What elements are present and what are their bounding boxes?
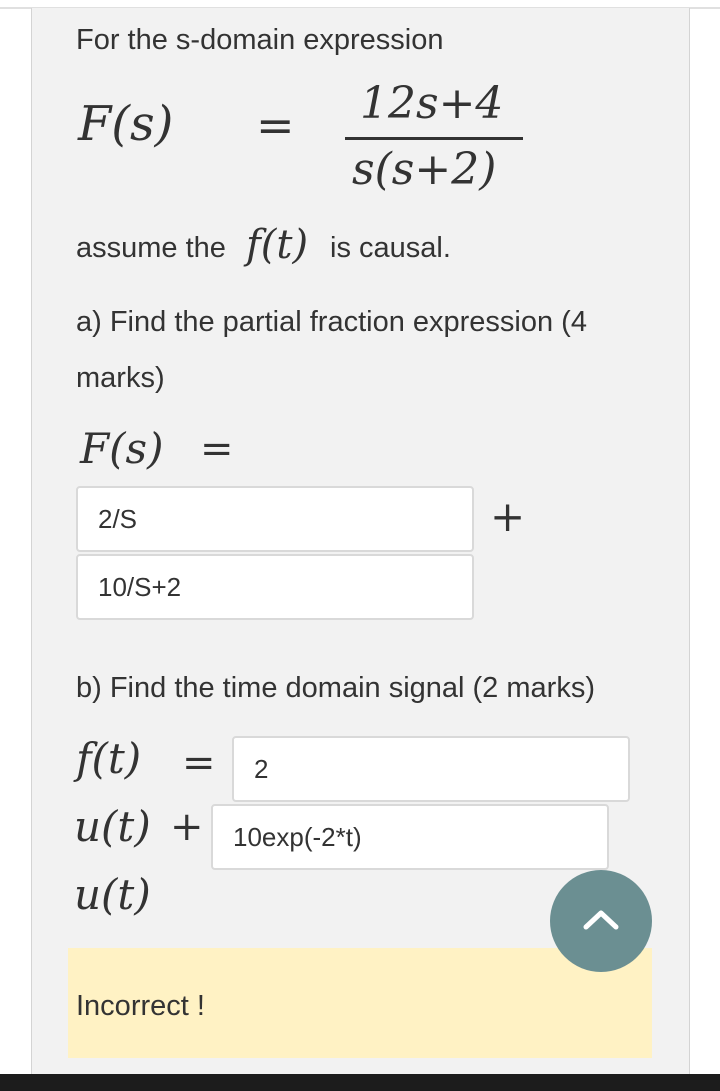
part-a-fs-lhs: F(s) <box>80 424 164 473</box>
part-a-plus: + <box>490 492 526 541</box>
part-a-term2-input[interactable]: 10/S+2 <box>76 554 474 620</box>
assume-prefix: assume the <box>76 232 226 264</box>
part-b-plus: + <box>170 804 204 850</box>
part-b-coefficient-input[interactable]: 2 <box>232 736 630 802</box>
feedback-banner: Incorrect ! <box>68 948 652 1058</box>
assume-suffix: is causal. <box>330 232 451 264</box>
part-b-prompt: b) Find the time domain signal (2 marks) <box>76 672 595 704</box>
fraction-bar <box>345 137 523 140</box>
fs-equals: = <box>256 98 295 152</box>
part-b-exponential-value: 10exp(-2*t) <box>233 821 362 852</box>
part-b-coefficient-value: 2 <box>254 753 269 784</box>
part-b-ft-lhs: f(t) <box>76 734 142 783</box>
feedback-text: Incorrect ! <box>76 990 205 1022</box>
part-b-unit-step-2: u(t) <box>74 870 151 919</box>
part-b-exponential-input[interactable]: 10exp(-2*t) <box>211 804 609 870</box>
part-b-unit-step-1: u(t) <box>74 802 151 851</box>
fraction-numerator: 12s+4 <box>360 78 504 129</box>
part-a-prompt-line2: marks) <box>76 362 165 394</box>
part-b-equals: = <box>182 740 216 786</box>
chevron-up-icon <box>582 907 620 936</box>
part-a-equals: = <box>200 426 234 472</box>
fs-lhs: F(s) <box>78 96 174 152</box>
intro-text: For the s-domain expression <box>76 24 444 56</box>
part-a-term1-value: 2/S <box>98 503 138 534</box>
fraction-denominator: s(s+2) <box>352 144 497 195</box>
part-a-term1-input[interactable]: 2/S <box>76 486 474 552</box>
scroll-top-button[interactable] <box>550 870 652 972</box>
part-a-prompt-line1: a) Find the partial fraction expression … <box>76 306 587 338</box>
assume-ft: f(t) <box>246 222 309 268</box>
part-a-term2-value: 10/S+2 <box>98 571 182 602</box>
bottom-bar <box>0 1074 720 1091</box>
